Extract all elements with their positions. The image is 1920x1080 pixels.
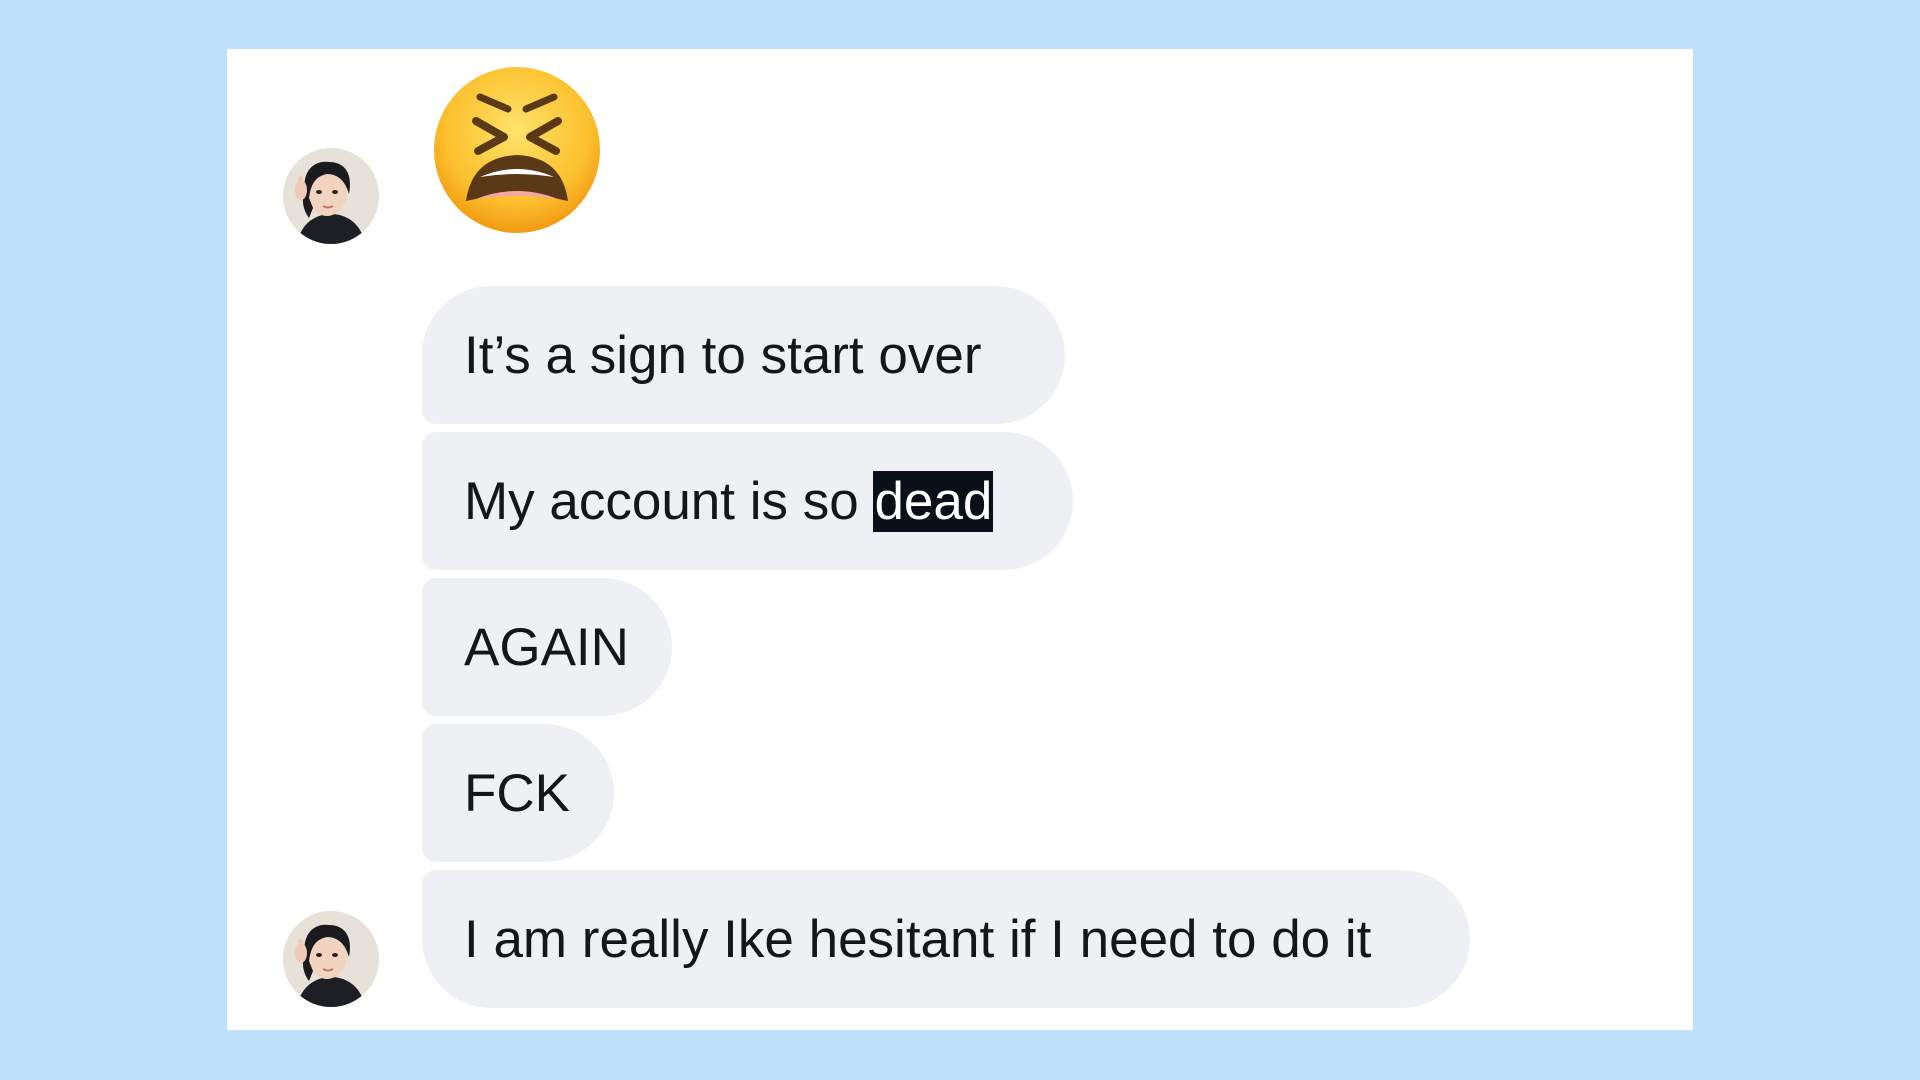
message-bubble[interactable]: FCK: [422, 724, 614, 862]
tired-face-emoji-icon[interactable]: [432, 65, 602, 235]
message-bubble[interactable]: My account is so dead: [422, 432, 1073, 570]
avatar-photo-icon: [283, 148, 379, 244]
message-text: FCK: [464, 763, 570, 823]
message-bubble[interactable]: It’s a sign to start over: [422, 286, 1065, 424]
message-text: My account is so: [464, 471, 874, 531]
message-text: I am really Ike hesitant if I need to do…: [464, 909, 1372, 969]
message-bubble[interactable]: AGAIN: [422, 578, 672, 716]
avatar-photo-icon: [283, 911, 379, 1007]
sender-avatar[interactable]: [283, 911, 379, 1007]
conversation-panel: It’s a sign to start over My account is …: [227, 49, 1693, 1030]
sender-avatar[interactable]: [283, 148, 379, 244]
message-text: It’s a sign to start over: [464, 325, 982, 385]
message-bubble[interactable]: I am really Ike hesitant if I need to do…: [422, 870, 1470, 1008]
selected-text[interactable]: dead: [873, 470, 994, 532]
message-text: AGAIN: [464, 617, 629, 677]
emoji-graphic-icon: [434, 67, 600, 233]
